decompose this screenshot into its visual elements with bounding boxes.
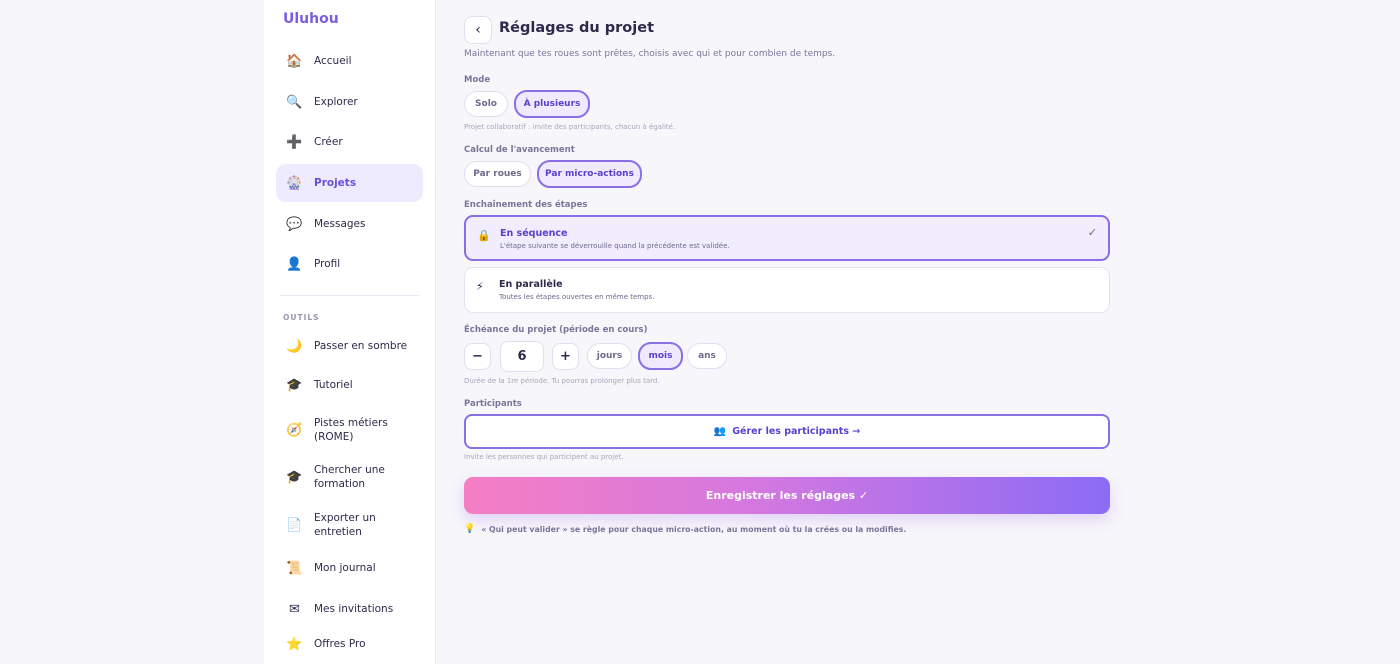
sidebar-item-offres-pro[interactable]: ⭐ Offres Pro <box>276 626 423 662</box>
manage-participants-button[interactable]: 👥 Gérer les participants → <box>464 414 1110 449</box>
deadline-value-input[interactable]: 6 <box>500 341 544 372</box>
app-window: Uluhou 🏠 Accueil 🔍 Explorer ➕ Créer 🎡 Pr… <box>0 0 1400 664</box>
save-settings-button[interactable]: Enregistrer les réglages ✓ <box>464 477 1110 514</box>
main-content: ‹ Réglages du projet Maintenant que tes … <box>436 0 1400 664</box>
document-icon: 📄 <box>286 517 303 533</box>
lightbulb-icon: 💡 <box>464 524 476 534</box>
tools-section-title: OUTILS <box>283 313 320 322</box>
deadline-label: Échéance du projet (période en cours) <box>464 325 648 335</box>
star-icon: ⭐ <box>286 636 303 652</box>
sidebar-item-messages[interactable]: 💬 Messages <box>276 205 423 243</box>
brand-logo[interactable]: Uluhou <box>283 11 339 27</box>
sequence-label: Enchaînement des étapes <box>464 200 588 210</box>
page-subtitle: Maintenant que tes roues sont prêtes, ch… <box>464 49 836 59</box>
sidebar-item-label: Offres Pro <box>314 638 366 650</box>
speech-bubble-icon: 💬 <box>286 216 303 232</box>
sidebar-item-label: Exporter un entretien <box>314 512 376 538</box>
sidebar-item-profil[interactable]: 👤 Profil <box>276 245 423 283</box>
sidebar: Uluhou 🏠 Accueil 🔍 Explorer ➕ Créer 🎡 Pr… <box>264 0 436 664</box>
sidebar-divider <box>280 295 420 296</box>
envelope-icon: ✉ <box>289 601 300 617</box>
sidebar-item-dark-mode[interactable]: 🌙 Passer en sombre <box>276 327 423 365</box>
scroll-icon: 📜 <box>286 560 303 576</box>
validation-note-text: « Qui peut valider » se règle pour chaqu… <box>481 524 907 534</box>
sidebar-item-projets[interactable]: 🎡 Projets <box>276 164 423 202</box>
deadline-hint: Durée de la 1re période. Tu pourras prol… <box>464 377 660 385</box>
person-icon: 👤 <box>286 256 303 272</box>
sidebar-item-creer[interactable]: ➕ Créer <box>276 123 423 161</box>
parallel-option-desc: Toutes les étapes ouvertes en même temps… <box>499 293 655 301</box>
sidebar-item-label: Messages <box>314 218 366 230</box>
sidebar-item-chercher-formation[interactable]: 🎓 Chercher une formation <box>276 458 423 496</box>
mode-hint: Projet collaboratif : invite des partici… <box>464 123 676 131</box>
sidebar-item-label: Accueil <box>314 55 352 67</box>
magnifier-icon: 🔍 <box>286 94 303 110</box>
compass-icon: 🧭 <box>286 422 303 438</box>
sidebar-item-label: Créer <box>314 136 343 148</box>
sidebar-item-tutoriel[interactable]: 🎓 Tutoriel <box>276 366 423 404</box>
sidebar-item-explorer[interactable]: 🔍 Explorer <box>276 83 423 121</box>
back-button[interactable]: ‹ <box>464 16 492 44</box>
sidebar-item-label: Projets <box>314 177 357 189</box>
parallel-option-card[interactable]: ⚡ En parallèle Toutes les étapes ouverte… <box>464 267 1110 313</box>
sidebar-item-pistes-metiers[interactable]: 🧭 Pistes métiers (ROME) <box>276 411 423 449</box>
moon-icon: 🌙 <box>286 338 303 354</box>
sidebar-item-label: Pistes métiers (ROME) <box>314 417 388 443</box>
sequence-option-title: En séquence <box>500 228 568 239</box>
wheel-icon: 🎡 <box>286 175 303 191</box>
parallel-option-title: En parallèle <box>499 279 563 290</box>
sidebar-item-mon-journal[interactable]: 📜 Mon journal <box>276 549 423 587</box>
check-icon: ✓ <box>1087 226 1097 239</box>
progress-par-roues-button[interactable]: Par roues <box>464 161 531 187</box>
sidebar-item-label: Profil <box>314 258 341 270</box>
sidebar-item-label: Tutoriel <box>314 379 353 391</box>
sidebar-item-label: Passer en sombre <box>314 340 408 352</box>
sequence-option-desc: L'étape suivante se déverrouille quand l… <box>500 242 730 250</box>
sidebar-item-exporter-entretien[interactable]: 📄 Exporter un entretien <box>276 506 423 544</box>
sidebar-item-accueil[interactable]: 🏠 Accueil <box>276 42 423 80</box>
participants-label: Participants <box>464 399 522 409</box>
sequence-option-card[interactable]: 🔒 En séquence L'étape suivante se déverr… <box>464 215 1110 261</box>
mode-label: Mode <box>464 75 491 85</box>
house-icon: 🏠 <box>286 53 303 69</box>
unit-jours-button[interactable]: jours <box>587 343 632 369</box>
manage-participants-label: Gérer les participants → <box>732 426 861 437</box>
sidebar-item-label: Mes invitations <box>314 603 394 615</box>
mode-plusieurs-button[interactable]: À plusieurs <box>514 90 590 118</box>
progress-label: Calcul de l'avancement <box>464 145 575 155</box>
participants-hint: Invite les personnes qui participent au … <box>464 453 624 461</box>
progress-par-micro-actions-button[interactable]: Par micro-actions <box>537 160 642 188</box>
validation-note: 💡 « Qui peut valider » se règle pour cha… <box>464 524 906 534</box>
sidebar-item-label: Explorer <box>314 96 358 108</box>
graduation-cap-icon: 🎓 <box>286 377 303 393</box>
deadline-decrement-button[interactable]: − <box>464 343 491 370</box>
lightning-icon: ⚡ <box>476 280 484 293</box>
plus-icon: ➕ <box>286 134 303 150</box>
unit-mois-button[interactable]: mois <box>638 342 683 370</box>
deadline-increment-button[interactable]: + <box>552 343 579 370</box>
page-title: Réglages du projet <box>499 20 655 36</box>
sidebar-item-mes-invitations[interactable]: ✉ Mes invitations <box>276 590 423 628</box>
mode-solo-button[interactable]: Solo <box>464 91 508 117</box>
lock-icon: 🔒 <box>477 229 491 242</box>
graduation-cap-icon: 🎓 <box>286 469 303 485</box>
sidebar-item-label: Chercher une formation <box>314 464 385 490</box>
people-icon: 👥 <box>713 426 727 437</box>
sidebar-item-label: Mon journal <box>314 562 376 574</box>
unit-ans-button[interactable]: ans <box>687 343 727 369</box>
